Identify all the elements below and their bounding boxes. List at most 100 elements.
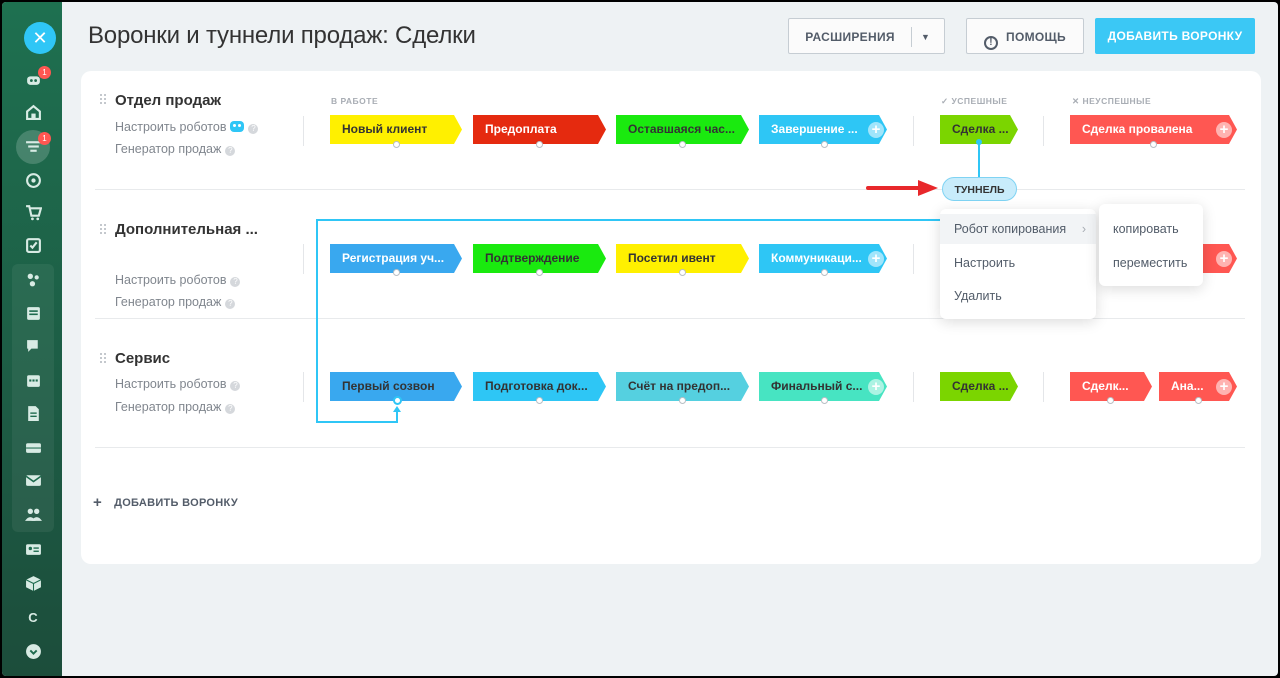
divider bbox=[913, 372, 914, 402]
divider bbox=[1043, 372, 1044, 402]
menu-item-copy-robot[interactable]: Робот копирования › bbox=[940, 214, 1096, 244]
drag-handle-icon[interactable] bbox=[100, 353, 106, 365]
stage-connector-dot[interactable] bbox=[393, 141, 400, 148]
arrow-up-icon bbox=[393, 406, 401, 412]
add-funnel-link[interactable]: + ДОБАВИТЬ ВОРОНКУ bbox=[93, 494, 238, 511]
row-divider bbox=[95, 189, 1245, 190]
funnel-name: Дополнительная ... bbox=[115, 221, 258, 238]
button-separator bbox=[911, 27, 912, 47]
divider bbox=[913, 116, 914, 146]
robots-link[interactable]: Настроить роботов? bbox=[115, 120, 259, 134]
tunnel-line bbox=[316, 219, 942, 221]
stage-connector-dot[interactable] bbox=[536, 269, 543, 276]
generator-link[interactable]: Генератор продаж? bbox=[115, 400, 236, 414]
stage-connector-dot[interactable] bbox=[1150, 141, 1157, 148]
tunnel-endpoint[interactable] bbox=[976, 139, 982, 145]
chevron-down-icon[interactable]: ▼ bbox=[921, 19, 930, 55]
success-stage-chip[interactable]: Сделка ... bbox=[940, 372, 1018, 401]
stage-connector-dot[interactable] bbox=[536, 397, 543, 404]
home-icon[interactable] bbox=[23, 103, 43, 123]
box-icon[interactable] bbox=[23, 574, 43, 594]
stage-chip[interactable]: Предоплата bbox=[473, 115, 606, 144]
sidebar-letter-item[interactable]: C bbox=[23, 610, 43, 625]
add-stage-icon[interactable]: + bbox=[1216, 379, 1232, 395]
tunnel-context-menu: Робот копирования › Настроить Удалить bbox=[940, 209, 1096, 319]
mail-icon[interactable] bbox=[23, 471, 43, 491]
add-stage-icon[interactable]: + bbox=[868, 122, 884, 138]
robots-link[interactable]: Настроить роботов? bbox=[115, 377, 241, 391]
help-icon[interactable]: ? bbox=[225, 299, 236, 309]
generator-link[interactable]: Генератор продаж? bbox=[115, 295, 236, 309]
plus-icon: + bbox=[93, 494, 103, 511]
menu-item-copy[interactable]: копировать bbox=[1099, 214, 1203, 244]
stage-connector-dot[interactable] bbox=[393, 269, 400, 276]
add-stage-icon[interactable]: + bbox=[1216, 122, 1232, 138]
close-icon[interactable]: ✕ bbox=[24, 22, 56, 54]
generator-link-label: Генератор продаж bbox=[115, 400, 222, 414]
stage-connector-dot[interactable] bbox=[1195, 397, 1202, 404]
menu-item-configure[interactable]: Настроить bbox=[940, 248, 1096, 278]
target-icon[interactable] bbox=[23, 171, 43, 191]
stage-connector-dot[interactable] bbox=[536, 141, 543, 148]
add-stage-icon[interactable]: + bbox=[1216, 251, 1232, 267]
generator-link-label: Генератор продаж bbox=[115, 142, 222, 156]
fail-stage-chip[interactable]: Сделка провалена bbox=[1070, 115, 1237, 144]
generator-link[interactable]: Генератор продаж? bbox=[115, 142, 236, 156]
annotation-arrow-icon bbox=[866, 180, 938, 196]
help-icon[interactable]: ? bbox=[225, 146, 236, 156]
help-icon[interactable]: ? bbox=[248, 124, 259, 134]
notification-badge: 1 bbox=[38, 66, 51, 79]
chevron-right-icon: › bbox=[1081, 222, 1086, 236]
tunnel-line bbox=[316, 421, 398, 423]
help-button[interactable]: ! ПОМОЩЬ bbox=[966, 18, 1084, 54]
stage-connector-dot[interactable] bbox=[679, 141, 686, 148]
stage-connector-dot[interactable] bbox=[821, 269, 828, 276]
robot-icon bbox=[230, 121, 245, 132]
document-icon[interactable] bbox=[23, 404, 43, 424]
checkbox-icon[interactable] bbox=[23, 236, 43, 256]
tunnel-line bbox=[316, 219, 318, 423]
add-stage-icon[interactable]: + bbox=[868, 251, 884, 267]
add-funnel-button[interactable]: ДОБАВИТЬ ВОРОНКУ bbox=[1095, 18, 1255, 54]
chat-icon[interactable] bbox=[23, 337, 43, 357]
drag-handle-icon[interactable] bbox=[100, 224, 106, 236]
users-icon[interactable] bbox=[23, 505, 43, 525]
stage-connector-dot[interactable] bbox=[679, 269, 686, 276]
help-icon[interactable]: ? bbox=[225, 404, 236, 414]
generator-link-label: Генератор продаж bbox=[115, 295, 222, 309]
calendar-icon[interactable] bbox=[23, 371, 43, 391]
notification-badge: 1 bbox=[38, 132, 51, 145]
stage-connector-dot[interactable] bbox=[1107, 397, 1114, 404]
menu-item-delete[interactable]: Удалить bbox=[940, 281, 1096, 311]
stage-chip[interactable]: Новый клиент bbox=[330, 115, 462, 144]
stage-connector-dot[interactable] bbox=[679, 397, 686, 404]
stage-chip[interactable]: Оставшаяся час... bbox=[616, 115, 749, 144]
robots-link-label: Настроить роботов bbox=[115, 273, 227, 287]
help-icon[interactable]: ? bbox=[230, 381, 241, 391]
robots-link-label: Настроить роботов bbox=[115, 120, 227, 134]
tunnel-endpoint[interactable] bbox=[393, 396, 402, 405]
chevron-down-icon[interactable] bbox=[23, 642, 43, 662]
stage-connector-dot[interactable] bbox=[821, 141, 828, 148]
cart-icon[interactable] bbox=[23, 203, 43, 223]
divider bbox=[303, 244, 304, 274]
extensions-button[interactable]: РАСШИРЕНИЯ ▼ bbox=[788, 18, 945, 54]
drive-icon[interactable] bbox=[23, 438, 43, 458]
robots-link[interactable]: Настроить роботов? bbox=[115, 273, 241, 287]
add-stage-icon[interactable]: + bbox=[868, 379, 884, 395]
tunnel-submenu: копировать переместить bbox=[1099, 204, 1203, 286]
help-icon[interactable]: ? bbox=[230, 277, 241, 287]
menu-item-move[interactable]: переместить bbox=[1099, 248, 1203, 278]
robots-link-label: Настроить роботов bbox=[115, 377, 227, 391]
funnel-name: Сервис bbox=[115, 350, 171, 367]
in-work-header: В РАБОТЕ bbox=[331, 96, 379, 106]
success-header: ✓ УСПЕШНЫЕ bbox=[941, 96, 1008, 106]
contact-card-icon[interactable] bbox=[23, 540, 43, 560]
stage-connector-dot[interactable] bbox=[821, 397, 828, 404]
tunnel-line bbox=[978, 144, 980, 178]
news-icon[interactable] bbox=[23, 304, 43, 324]
drag-handle-icon[interactable] bbox=[100, 94, 106, 106]
row-divider bbox=[95, 447, 1245, 448]
analytics-icon[interactable] bbox=[23, 270, 43, 290]
tunnel-badge[interactable]: ТУННЕЛЬ bbox=[942, 177, 1017, 201]
